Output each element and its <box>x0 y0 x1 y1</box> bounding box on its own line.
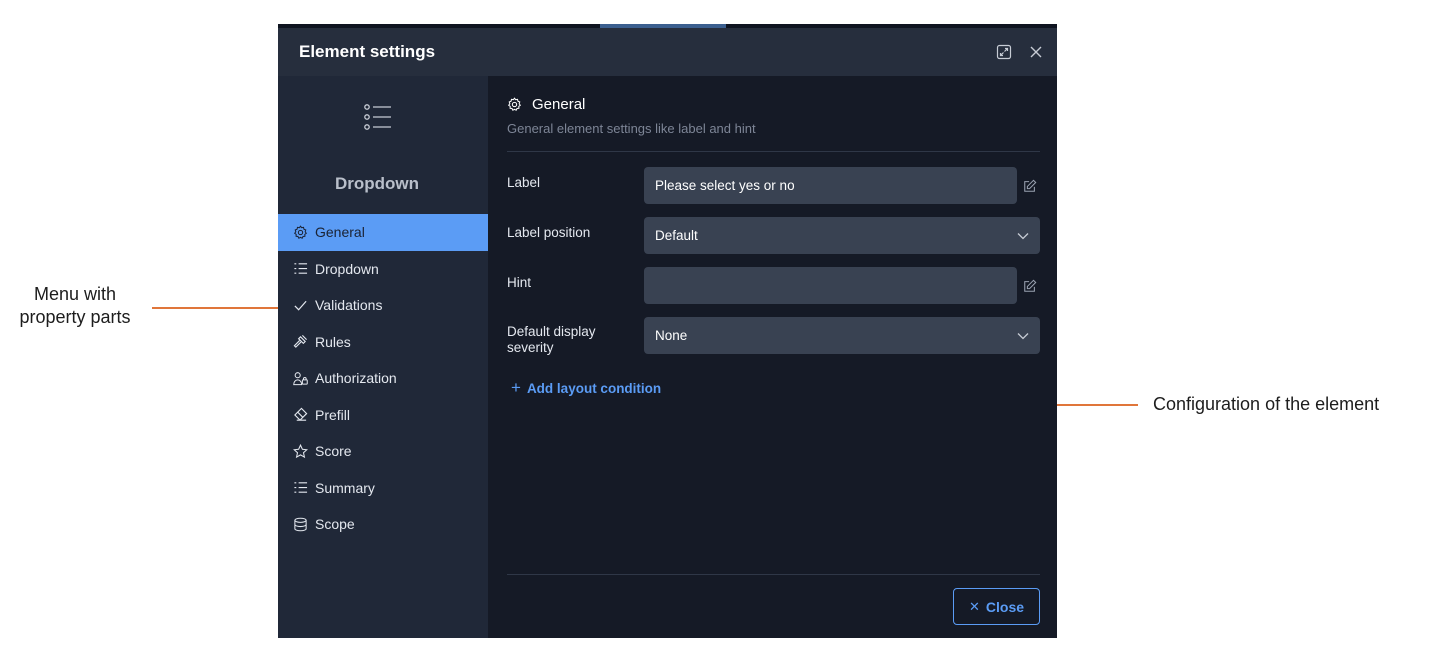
default-display-severity-select[interactable]: None <box>644 317 1040 354</box>
sidebar-item-label: Authorization <box>315 370 397 387</box>
sidebar-item-scope[interactable]: Scope <box>278 506 488 543</box>
menu-callout-line2: property parts <box>19 307 131 327</box>
close-button[interactable]: ✕ Close <box>953 588 1040 625</box>
sidebar-item-label: Validations <box>315 297 383 314</box>
hint-input[interactable] <box>644 267 1017 304</box>
star-icon <box>293 443 308 459</box>
severity-label-line2: severity <box>507 340 554 355</box>
section-heading: General <box>507 96 585 113</box>
sidebar-item-label: Prefill <box>315 406 351 423</box>
list-icon <box>293 480 308 495</box>
element-settings-dialog: Element settings Dropdown General Dropdo… <box>278 28 1057 638</box>
menu-callout-leader <box>152 307 290 309</box>
sidebar-item-summary[interactable]: Summary <box>278 470 488 507</box>
close-icon[interactable] <box>1028 44 1044 60</box>
chevron-down-icon <box>1017 228 1029 243</box>
label-position-select[interactable]: Default <box>644 217 1040 254</box>
default-display-severity-field-label: Default display severity <box>507 324 596 356</box>
gear-icon <box>293 225 308 240</box>
add-layout-condition-label: Add layout condition <box>526 380 662 396</box>
sidebar-item-dropdown[interactable]: Dropdown <box>278 251 488 288</box>
label-input[interactable]: Please select yes or no <box>644 167 1017 204</box>
label-field-label: Label <box>507 175 541 190</box>
eraser-icon <box>293 407 308 422</box>
general-settings-panel: General General element settings like la… <box>507 76 1040 638</box>
dialog-header: Element settings <box>278 28 1057 76</box>
edit-icon[interactable] <box>1023 279 1037 293</box>
section-description: General element settings like label and … <box>507 121 756 136</box>
label-position-field-label: Label position <box>507 225 591 240</box>
chevron-down-icon <box>1017 328 1029 343</box>
edit-icon[interactable] <box>1023 179 1037 193</box>
sidebar-item-label: Dropdown <box>315 260 379 277</box>
sidebar-item-label: Score <box>315 443 352 460</box>
divider <box>507 574 1040 575</box>
sidebar-item-general[interactable]: General <box>278 214 488 251</box>
menu-callout-line1: Menu with <box>33 284 117 304</box>
user-lock-icon <box>293 371 308 386</box>
label-input-value: Please select yes or no <box>655 178 795 193</box>
list-bullets-icon <box>363 104 393 135</box>
sidebar-item-label: Summary <box>315 479 375 496</box>
sidebar-item-label: Scope <box>315 516 355 533</box>
sidebar-item-label: Rules <box>315 333 351 350</box>
severity-label-line1: Default display <box>507 324 596 339</box>
gear-icon <box>507 97 522 112</box>
close-button-label: Close <box>985 598 1025 615</box>
database-icon <box>293 517 308 532</box>
severity-value: None <box>655 328 688 343</box>
close-icon: ✕ <box>968 598 980 614</box>
plus-icon: + <box>511 378 521 397</box>
sidebar-item-label: General <box>315 224 365 241</box>
configuration-callout-label: Configuration of the element <box>1153 394 1380 414</box>
menu-callout-label: Menu with property parts <box>0 283 150 329</box>
sidebar-item-validations[interactable]: Validations <box>278 287 488 324</box>
hint-field-label: Hint <box>507 275 532 290</box>
property-menu: General Dropdown Validations Rules Autho… <box>278 214 488 543</box>
hammer-icon <box>293 334 308 349</box>
section-title: General <box>532 96 586 113</box>
sidebar-item-score[interactable]: Score <box>278 433 488 470</box>
list-icon <box>293 261 308 276</box>
sidebar-item-prefill[interactable]: Prefill <box>278 397 488 434</box>
add-layout-condition-button[interactable]: + Add layout condition <box>511 378 661 398</box>
dialog-title: Element settings <box>299 42 436 61</box>
label-position-value: Default <box>655 228 698 243</box>
check-icon <box>293 298 308 313</box>
sidebar-item-rules[interactable]: Rules <box>278 324 488 361</box>
settings-sidebar: Dropdown General Dropdown Validations Ru… <box>278 76 488 638</box>
sidebar-item-authorization[interactable]: Authorization <box>278 360 488 397</box>
element-type-title: Dropdown <box>334 174 420 193</box>
divider <box>507 151 1040 152</box>
expand-icon[interactable] <box>996 44 1012 60</box>
